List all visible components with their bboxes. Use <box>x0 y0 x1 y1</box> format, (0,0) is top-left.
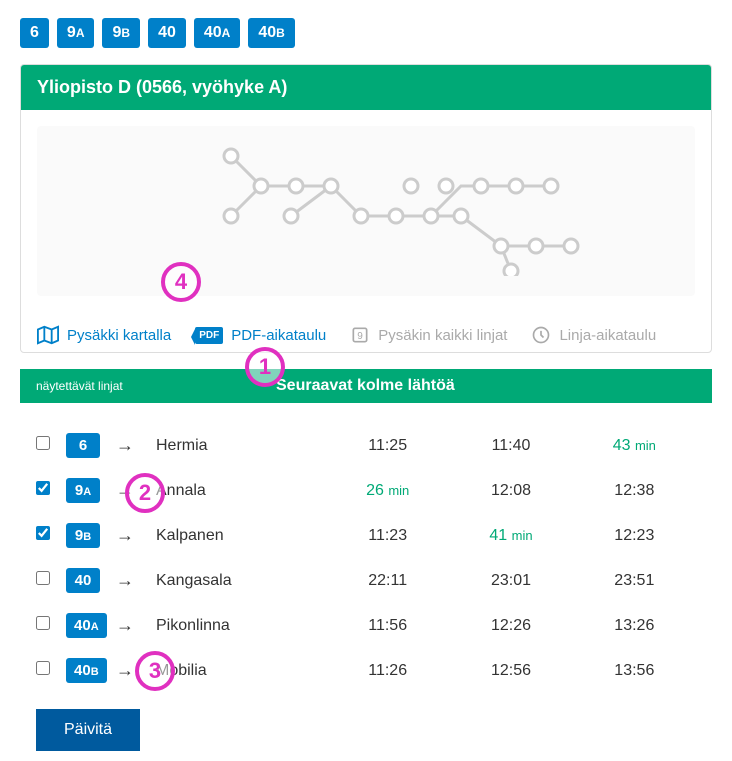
line-badge: 6 <box>66 433 100 458</box>
table-row: 6 →Hermia11:2511:4043 min <box>36 423 696 468</box>
stop-body <box>21 110 711 312</box>
departure-time: 11:25 <box>326 437 449 455</box>
map-icon <box>37 324 59 346</box>
action-map[interactable]: Pysäkki kartalla <box>37 324 171 346</box>
action-pdf[interactable]: PDF PDF-aikataulu <box>195 327 326 344</box>
action-all-lines: 9 Pysäkin kaikki linjat <box>350 325 507 345</box>
departure-time: 11:23 <box>326 527 449 545</box>
table-row: 9A →Annala26 min12:0812:38 <box>36 468 696 513</box>
departure-time: 11:56 <box>326 617 449 635</box>
destination-label: Mobilia <box>156 662 326 680</box>
table-row: 40A →Pikonlinna11:5612:2613:26 <box>36 603 696 648</box>
table-row: 40B →Mobilia11:2612:5613:56 <box>36 648 696 693</box>
action-line-timetable: Linja-aikataulu <box>531 325 656 345</box>
departure-time: 23:01 <box>449 572 572 590</box>
departures-rows: 2 3 6→Hermia11:2511:4043 min9A→Annala26 … <box>20 403 712 701</box>
svg-text:9: 9 <box>357 331 363 342</box>
line-checkbox[interactable] <box>36 481 50 495</box>
departure-time: 12:38 <box>573 482 696 500</box>
departure-time: 12:56 <box>449 662 572 680</box>
header-lines-label: näytettävät linjat <box>36 379 276 393</box>
departures-header: 1 näytettävät linjat Seuraavat kolme läh… <box>20 369 712 403</box>
action-line-timetable-label: Linja-aikataulu <box>559 327 656 344</box>
pdf-icon: PDF <box>195 327 223 344</box>
line-checkbox[interactable] <box>36 436 50 450</box>
departures-section: 1 näytettävät linjat Seuraavat kolme läh… <box>20 369 712 751</box>
arrow-icon: → <box>116 435 156 456</box>
stop-title: Yliopisto D (0566, vyöhyke A) <box>21 65 711 110</box>
route-chip[interactable]: 6 <box>20 18 49 48</box>
line-badge: 40 <box>66 568 100 593</box>
departure-time: 13:26 <box>573 617 696 635</box>
header-departures-label: Seuraavat kolme lähtöä <box>276 377 455 395</box>
action-all-lines-label: Pysäkin kaikki linjat <box>378 327 507 344</box>
route-chip[interactable]: 40 <box>148 18 186 48</box>
line-checkbox[interactable] <box>36 526 50 540</box>
table-row: 9B →Kalpanen11:2341 min12:23 <box>36 513 696 558</box>
departure-time: 13:56 <box>573 662 696 680</box>
action-bar: 4 Pysäkki kartalla PDF PDF-aikataulu 9 P… <box>21 312 711 352</box>
destination-label: Annala <box>156 482 326 500</box>
departure-time: 11:26 <box>326 662 449 680</box>
route-chip[interactable]: 9A <box>57 18 95 48</box>
departure-time: 41 min <box>449 527 572 545</box>
line-badge: 40A <box>66 613 107 638</box>
destination-label: Hermia <box>156 437 326 455</box>
destination-label: Kangasala <box>156 572 326 590</box>
departure-time: 43 min <box>573 437 696 455</box>
route-chip[interactable]: 40A <box>194 18 240 48</box>
update-button[interactable]: Päivitä <box>36 709 140 751</box>
arrow-icon: → <box>116 570 156 591</box>
route-diagram <box>37 126 695 296</box>
line-checkbox[interactable] <box>36 616 50 630</box>
arrow-icon: → <box>116 660 156 681</box>
line-checkbox[interactable] <box>36 571 50 585</box>
route-chip-row: 6 9A9B 40 40A 40B <box>20 18 712 48</box>
action-map-label: Pysäkki kartalla <box>67 327 171 344</box>
stop-sign-icon: 9 <box>350 325 370 345</box>
line-badge: 40B <box>66 658 107 683</box>
route-chip[interactable]: 9B <box>102 18 140 48</box>
action-pdf-label: PDF-aikataulu <box>231 327 326 344</box>
departure-time: 11:40 <box>449 437 572 455</box>
arrow-icon: → <box>116 615 156 636</box>
departure-time: 23:51 <box>573 572 696 590</box>
arrow-icon: → <box>116 480 156 501</box>
line-badge: 9A <box>66 478 100 503</box>
route-chip[interactable]: 40B <box>248 18 294 48</box>
departure-time: 26 min <box>326 482 449 500</box>
destination-label: Pikonlinna <box>156 617 326 635</box>
departure-time: 12:08 <box>449 482 572 500</box>
departure-time: 22:11 <box>326 572 449 590</box>
table-row: 40 →Kangasala22:1123:0123:51 <box>36 558 696 603</box>
destination-label: Kalpanen <box>156 527 326 545</box>
arrow-icon: → <box>116 525 156 546</box>
stop-panel: Yliopisto D (0566, vyöhyke A) <box>20 64 712 353</box>
departure-time: 12:26 <box>449 617 572 635</box>
clock-icon <box>531 325 551 345</box>
departure-time: 12:23 <box>573 527 696 545</box>
line-checkbox[interactable] <box>36 661 50 675</box>
line-badge: 9B <box>66 523 100 548</box>
